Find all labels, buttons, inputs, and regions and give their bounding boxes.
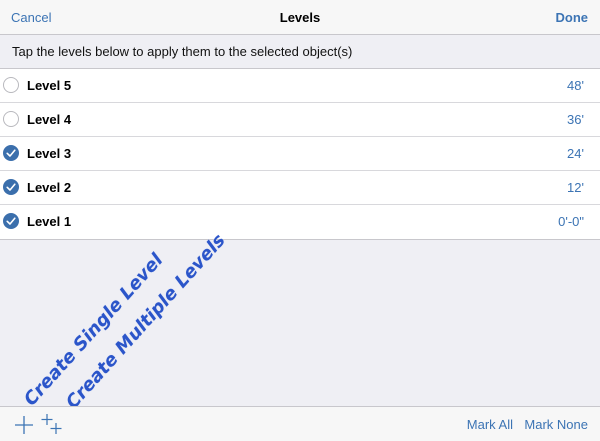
instructions-text: Tap the levels below to apply them to th…: [12, 44, 353, 59]
level-name: Level 1: [27, 214, 72, 229]
levels-list: Level 5 48' Level 4 36' Level 3 24' Leve…: [0, 69, 600, 240]
mark-all-button[interactable]: Mark All: [467, 417, 513, 432]
done-button[interactable]: Done: [556, 10, 589, 25]
empty-circle-icon[interactable]: [3, 111, 19, 127]
checkmark-icon[interactable]: [3, 145, 19, 161]
plus-multiple-icon[interactable]: [40, 412, 64, 436]
checkmark-icon[interactable]: [3, 213, 19, 229]
level-row[interactable]: Level 2 12': [0, 171, 600, 205]
page-title: Levels: [279, 10, 321, 25]
level-row[interactable]: Level 5 48': [0, 69, 600, 103]
level-elevation: 36': [567, 112, 584, 127]
level-row[interactable]: Level 4 36': [0, 103, 600, 137]
cancel-button[interactable]: Cancel: [11, 10, 51, 25]
mark-none-button[interactable]: Mark None: [524, 417, 588, 432]
level-name: Level 3: [27, 146, 72, 161]
plus-icon[interactable]: [14, 415, 34, 435]
checkmark-icon[interactable]: [3, 179, 19, 195]
level-row[interactable]: Level 1 0'-0": [0, 205, 600, 239]
level-elevation: 12': [567, 180, 584, 195]
level-elevation: 48': [567, 78, 584, 93]
level-elevation: 24': [567, 146, 584, 161]
bottom-toolbar: Mark All Mark None: [0, 406, 600, 441]
level-row[interactable]: Level 3 24': [0, 137, 600, 171]
level-name: Level 5: [27, 78, 72, 93]
level-elevation: 0'-0": [558, 214, 584, 229]
empty-circle-icon[interactable]: [3, 77, 19, 93]
navigation-bar: Cancel Levels Done: [0, 0, 600, 35]
level-name: Level 2: [27, 180, 72, 195]
level-name: Level 4: [27, 112, 72, 127]
instructions-header: Tap the levels below to apply them to th…: [0, 35, 600, 69]
